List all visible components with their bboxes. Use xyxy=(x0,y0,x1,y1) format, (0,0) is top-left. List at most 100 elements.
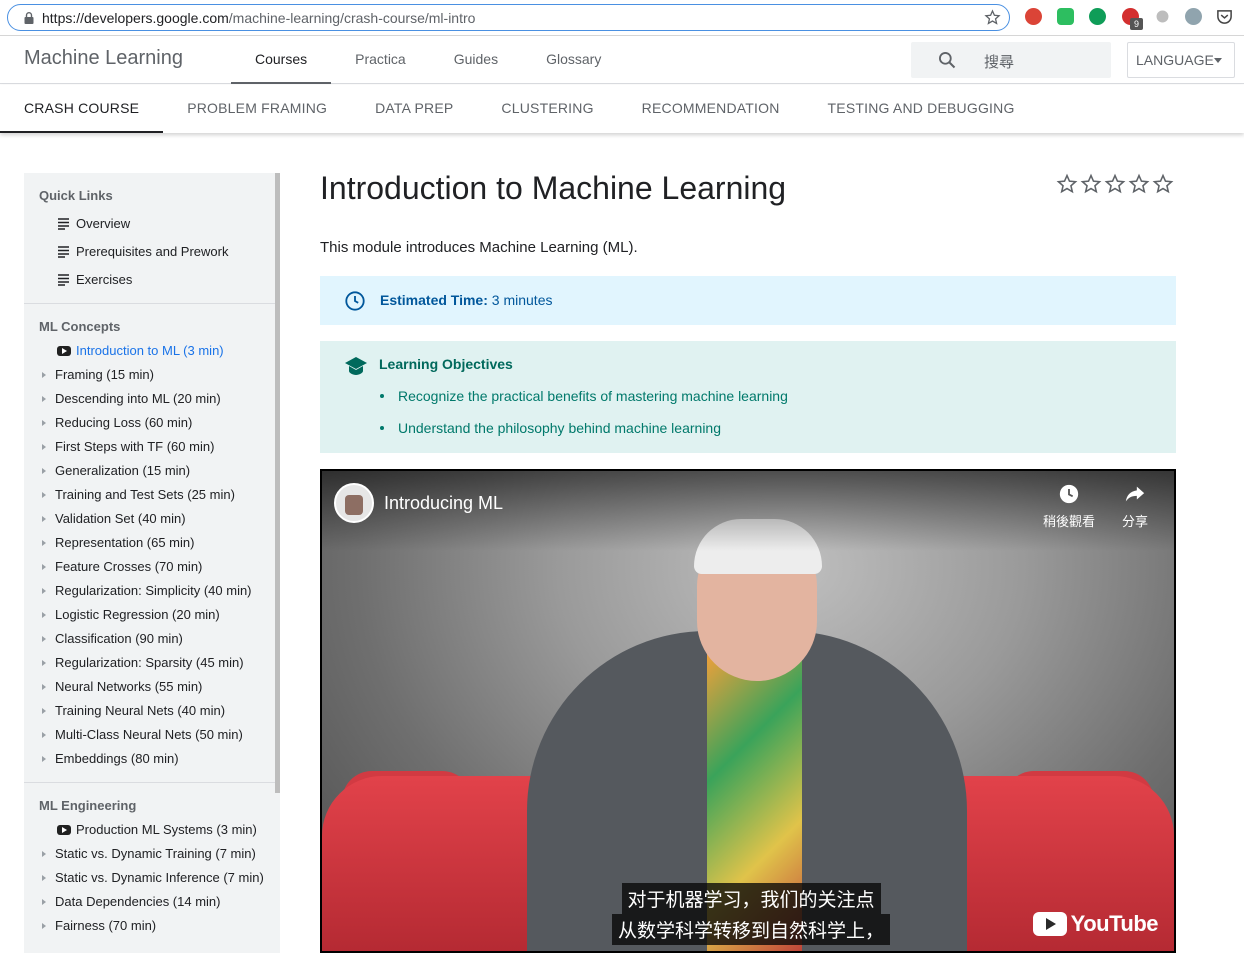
sidebar-item-representation[interactable]: Representation (65 min) xyxy=(24,531,280,555)
sidebar-item-data-dependencies[interactable]: Data Dependencies (14 min) xyxy=(24,890,280,914)
estimated-time-value: 3 minutes xyxy=(491,292,553,308)
expand-arrow-icon xyxy=(42,444,46,450)
intro-text: This module introduces Machine Learning … xyxy=(320,239,638,256)
expand-arrow-icon xyxy=(42,923,46,929)
tab-testing-and-debugging[interactable]: TESTING AND DEBUGGING xyxy=(804,85,1039,133)
sidebar-item-production-ml-systems[interactable]: Production ML Systems (3 min) xyxy=(24,818,280,842)
expand-arrow-icon xyxy=(42,756,46,762)
search-input[interactable]: 搜尋 xyxy=(911,42,1111,78)
clock-icon xyxy=(345,291,365,311)
tab-clustering[interactable]: CLUSTERING xyxy=(477,85,617,133)
tab-guides[interactable]: Guides xyxy=(430,36,522,84)
evernote-extension-icon[interactable] xyxy=(1057,8,1074,25)
estimated-time-label: Estimated Time: xyxy=(380,292,488,308)
sidebar-item-fairness[interactable]: Fairness (70 min) xyxy=(24,914,280,938)
sidebar-item-static-dynamic-training[interactable]: Static vs. Dynamic Training (7 min) xyxy=(24,842,280,866)
top-nav: Courses Practica Guides Glossary xyxy=(231,36,625,84)
sidebar-item-classification[interactable]: Classification (90 min) xyxy=(24,627,280,651)
youtube-icon xyxy=(57,825,71,835)
bookmark-star-icon[interactable] xyxy=(984,9,1001,26)
channel-avatar[interactable] xyxy=(334,483,374,523)
expand-arrow-icon xyxy=(42,708,46,714)
sidebar-item-reducing-loss[interactable]: Reducing Loss (60 min) xyxy=(24,411,280,435)
youtube-icon xyxy=(57,346,71,356)
youtube-play-icon xyxy=(1032,912,1067,936)
sidebar-item-logistic-regression[interactable]: Logistic Regression (20 min) xyxy=(24,603,280,627)
expand-arrow-icon xyxy=(42,612,46,618)
expand-arrow-icon xyxy=(42,588,46,594)
site-title[interactable]: Machine Learning xyxy=(24,47,183,70)
google-plus-extension-icon[interactable] xyxy=(1025,8,1042,25)
expand-arrow-icon xyxy=(42,732,46,738)
tab-courses[interactable]: Courses xyxy=(231,36,332,84)
tab-crash-course[interactable]: CRASH COURSE xyxy=(0,85,164,133)
language-button[interactable]: LANGUAGE xyxy=(1127,42,1235,78)
grey-extension-icon[interactable] xyxy=(1156,10,1169,23)
video-captions: 对于机器学习，我们的关注点 从数学科学转移到自然科学上， xyxy=(612,883,891,945)
tab-practica[interactable]: Practica xyxy=(331,36,430,84)
lock-icon xyxy=(24,12,34,24)
sidebar-item-multi-class-neural-nets[interactable]: Multi-Class Neural Nets (50 min) xyxy=(24,723,280,747)
tab-data-prep[interactable]: DATA PREP xyxy=(351,85,477,133)
video-title[interactable]: Introducing ML xyxy=(384,493,503,514)
expand-arrow-icon xyxy=(42,564,46,570)
address-bar[interactable]: https://developers.google.com/machine-le… xyxy=(7,4,1010,31)
section-tabs: CRASH COURSE PROBLEM FRAMING DATA PREP C… xyxy=(0,85,1244,133)
rating-star-icon[interactable] xyxy=(1152,173,1174,195)
caption-line: 从数学科学转移到自然科学上， xyxy=(612,914,891,945)
graduation-cap-icon xyxy=(345,357,367,375)
share-button[interactable]: 分享 xyxy=(1105,483,1165,530)
search-placeholder: 搜尋 xyxy=(984,54,1015,71)
language-label: LANGUAGE xyxy=(1136,52,1214,68)
sidebar-item-overview[interactable]: Overview xyxy=(24,212,280,236)
sidebar-item-prerequisites[interactable]: Prerequisites and Prework xyxy=(24,240,280,264)
ml-concepts-heading: ML Concepts xyxy=(39,319,121,334)
video-player[interactable]: Introducing ML 稍後觀看 分享 对于机器学习，我们的关注点 从数学… xyxy=(320,469,1176,953)
sidebar-item-feature-crosses[interactable]: Feature Crosses (70 min) xyxy=(24,555,280,579)
quick-links-heading: Quick Links xyxy=(39,188,113,203)
objectives-list: Recognize the practical benefits of mast… xyxy=(380,388,788,452)
sidebar-item-introduction-to-ml[interactable]: Introduction to ML (3 min) xyxy=(24,339,280,363)
sidebar-item-regularization-sparsity[interactable]: Regularization: Sparsity (45 min) xyxy=(24,651,280,675)
rating-star-icon[interactable] xyxy=(1104,173,1126,195)
sidebar-item-neural-networks[interactable]: Neural Networks (55 min) xyxy=(24,675,280,699)
tab-glossary[interactable]: Glossary xyxy=(522,36,625,84)
pocket-extension-icon[interactable] xyxy=(1216,8,1233,25)
compass-extension-icon[interactable] xyxy=(1185,8,1202,25)
expand-arrow-icon xyxy=(42,396,46,402)
rating-star-icon[interactable] xyxy=(1056,173,1078,195)
sidebar-item-exercises[interactable]: Exercises xyxy=(24,268,280,292)
watch-later-button[interactable]: 稍後觀看 xyxy=(1039,483,1099,530)
rating-star-icon[interactable] xyxy=(1080,173,1102,195)
document-icon xyxy=(58,274,69,286)
green-extension-icon[interactable] xyxy=(1089,8,1106,25)
expand-arrow-icon xyxy=(42,684,46,690)
youtube-logo[interactable]: YouTube xyxy=(1032,911,1159,937)
sidebar-item-training-neural-nets[interactable]: Training Neural Nets (40 min) xyxy=(24,699,280,723)
browser-toolbar: https://developers.google.com/machine-le… xyxy=(0,0,1244,36)
sidebar-item-framing[interactable]: Framing (15 min) xyxy=(24,363,280,387)
clock-icon xyxy=(1059,484,1079,504)
extension-badge: 9 xyxy=(1130,18,1143,30)
sidebar-item-generalization[interactable]: Generalization (15 min) xyxy=(24,459,280,483)
estimated-time-text: Estimated Time: 3 minutes xyxy=(380,292,552,308)
expand-arrow-icon xyxy=(42,420,46,426)
sidebar-item-first-steps-tf[interactable]: First Steps with TF (60 min) xyxy=(24,435,280,459)
sidebar-item-regularization-simplicity[interactable]: Regularization: Simplicity (40 min) xyxy=(24,579,280,603)
objective-item: Understand the philosophy behind machine… xyxy=(380,420,788,452)
learning-objectives-box: Learning Objectives Recognize the practi… xyxy=(320,341,1176,453)
objective-item: Recognize the practical benefits of mast… xyxy=(380,388,788,420)
url-text: https://developers.google.com/machine-le… xyxy=(42,10,476,26)
sidebar-item-validation-set[interactable]: Validation Set (40 min) xyxy=(24,507,280,531)
tab-problem-framing[interactable]: PROBLEM FRAMING xyxy=(163,85,351,133)
expand-arrow-icon xyxy=(42,516,46,522)
rating-stars xyxy=(1056,173,1174,195)
estimated-time-box: Estimated Time: 3 minutes xyxy=(320,276,1176,325)
sidebar-item-descending[interactable]: Descending into ML (20 min) xyxy=(24,387,280,411)
sidebar-item-static-dynamic-inference[interactable]: Static vs. Dynamic Inference (7 min) xyxy=(24,866,280,890)
sidebar-item-training-test-sets[interactable]: Training and Test Sets (25 min) xyxy=(24,483,280,507)
tab-recommendation[interactable]: RECOMMENDATION xyxy=(618,85,804,133)
share-arrow-icon xyxy=(1125,486,1145,502)
sidebar-item-embeddings[interactable]: Embeddings (80 min) xyxy=(24,747,280,771)
rating-star-icon[interactable] xyxy=(1128,173,1150,195)
